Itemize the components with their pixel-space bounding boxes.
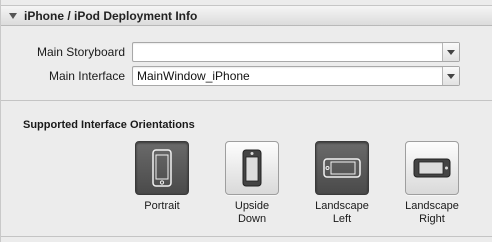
device-landscape-right-icon <box>413 158 451 178</box>
upside-down-label: Upside Down <box>234 200 270 225</box>
main-interface-combobox[interactable]: MainWindow_iPhone <box>132 66 460 86</box>
portrait-label: Portrait <box>144 200 180 212</box>
chevron-down-icon <box>447 73 455 79</box>
device-upside-down-icon <box>242 149 262 187</box>
portrait-toggle-button[interactable] <box>135 141 189 195</box>
section-title: iPhone / iPod Deployment Info <box>24 8 198 23</box>
section-header[interactable]: iPhone / iPod Deployment Info <box>1 5 492 26</box>
landscape-left-toggle-button[interactable] <box>315 141 369 195</box>
upside-down-toggle-button[interactable] <box>225 141 279 195</box>
main-storyboard-combobox[interactable] <box>132 42 460 62</box>
landscape-left-label: Landscape Left <box>315 200 369 225</box>
chevron-down-icon <box>447 49 455 55</box>
orientation-landscape-left: Landscape Left <box>297 141 387 226</box>
form-area: Main Storyboard Main Interface MainWindo… <box>1 26 492 102</box>
main-storyboard-dropdown-button[interactable] <box>442 43 459 61</box>
divider <box>1 100 492 101</box>
main-interface-label: Main Interface <box>48 69 125 83</box>
device-landscape-left-icon <box>323 158 361 178</box>
orientations-title: Supported Interface Orientations <box>23 119 195 131</box>
main-interface-dropdown-button[interactable] <box>442 67 459 85</box>
main-interface-row: Main Interface MainWindow_iPhone <box>1 66 492 88</box>
deployment-info-panel: iPhone / iPod Deployment Info Main Story… <box>0 0 492 242</box>
orientation-upside-down: Upside Down <box>207 141 297 226</box>
main-storyboard-row: Main Storyboard <box>1 42 492 64</box>
main-storyboard-label: Main Storyboard <box>36 45 125 59</box>
bottom-divider <box>1 236 492 237</box>
landscape-right-label: Landscape Right <box>405 200 459 225</box>
device-portrait-icon <box>152 149 172 187</box>
orientation-landscape-right: Landscape Right <box>387 141 477 226</box>
disclosure-triangle-icon[interactable] <box>9 12 17 19</box>
main-interface-value[interactable]: MainWindow_iPhone <box>137 69 250 83</box>
landscape-right-toggle-button[interactable] <box>405 141 459 195</box>
orientation-portrait: Portrait <box>117 141 207 213</box>
